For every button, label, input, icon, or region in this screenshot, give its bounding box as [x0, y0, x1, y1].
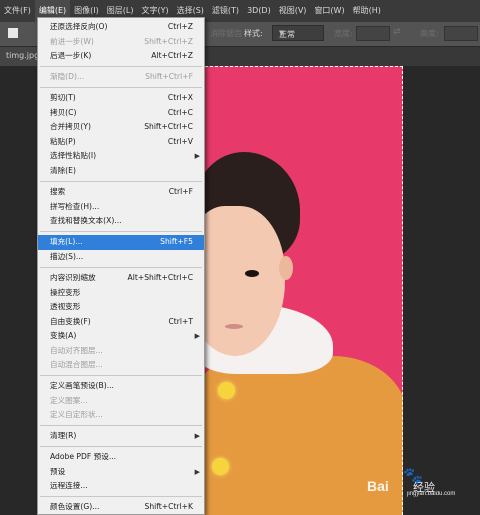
menu-separator: [40, 375, 202, 376]
menu-item-copy-merged[interactable]: 合并拷贝(Y) Shift+Ctrl+C: [38, 120, 204, 135]
chevron-down-icon: ▼: [279, 29, 285, 37]
submenu-arrow-icon: ▶: [194, 332, 200, 340]
menu-separator: [40, 425, 202, 426]
menu-item-presets[interactable]: 预设 ▶: [38, 465, 204, 480]
menu-help[interactable]: 帮助(H): [349, 0, 385, 22]
menu-item-clear[interactable]: 清除(E): [38, 164, 204, 179]
menu-separator: [40, 496, 202, 497]
menu-file[interactable]: 文件(F): [0, 0, 35, 22]
menu-3d[interactable]: 3D(D): [243, 0, 275, 22]
antialias-label: 消除锯齿: [210, 29, 242, 38]
menu-item-copy[interactable]: 拷贝(C) Ctrl+C: [38, 106, 204, 121]
menu-separator: [40, 66, 202, 67]
submenu-arrow-icon: ▶: [194, 467, 200, 476]
submenu-arrow-icon: ▶: [194, 432, 200, 440]
menu-item-paste[interactable]: 粘贴(P) Ctrl+V: [38, 135, 204, 150]
menu-item-step-forward[interactable]: 前进一步(W) Shift+Ctrl+Z: [38, 35, 204, 50]
menu-item-auto-align-layers[interactable]: 自动对齐图层...: [38, 344, 204, 359]
width-label: 宽度:: [334, 29, 353, 38]
menu-item-search[interactable]: 搜索 Ctrl+F: [38, 185, 204, 200]
photo-image: [205, 66, 403, 515]
style-label: 样式:: [244, 29, 263, 38]
menu-item-color-settings[interactable]: 颜色设置(G)... Shift+Ctrl+K: [38, 500, 204, 514]
menu-item-cut[interactable]: 剪切(T) Ctrl+X: [38, 91, 204, 106]
menu-item-step-backward[interactable]: 后退一步(K) Alt+Ctrl+Z: [38, 49, 204, 64]
menu-item-find-replace[interactable]: 查找和替换文本(X)...: [38, 214, 204, 229]
menu-item-remote-connections[interactable]: 远程连接...: [38, 479, 204, 494]
menu-item-free-transform[interactable]: 自由变换(F) Ctrl+T: [38, 315, 204, 330]
menu-item-fill[interactable]: 填充(L)... Shift+F5: [38, 235, 204, 250]
style-select[interactable]: 正常 ▼: [272, 25, 324, 41]
menu-item-define-pattern[interactable]: 定义图案...: [38, 394, 204, 409]
selection-marquee: [205, 66, 403, 515]
menu-separator: [40, 446, 202, 447]
menu-item-auto-blend-layers[interactable]: 自动混合图层...: [38, 358, 204, 373]
menu-item-perspective-warp[interactable]: 透视变形: [38, 300, 204, 315]
menu-item-content-aware-scale[interactable]: 内容识别缩放 Alt+Shift+Ctrl+C: [38, 271, 204, 286]
menu-item-spell-check[interactable]: 拼写检查(H)...: [38, 200, 204, 215]
menu-window[interactable]: 窗口(W): [310, 0, 348, 22]
tool-preset-icon[interactable]: [8, 28, 18, 38]
menu-item-puppet-warp[interactable]: 操控变形: [38, 286, 204, 301]
menu-item-purge[interactable]: 清理(R) ▶: [38, 429, 204, 444]
menu-item-undo[interactable]: 还原选择反向(O) Ctrl+Z: [38, 20, 204, 35]
submenu-arrow-icon: ▶: [194, 152, 200, 160]
menu-item-define-brush[interactable]: 定义画笔预设(B)...: [38, 379, 204, 394]
menu-separator: [40, 267, 202, 268]
menu-item-fade[interactable]: 渐隐(D)... Shift+Ctrl+F: [38, 70, 204, 85]
menu-filter[interactable]: 滤镜(T): [208, 0, 243, 22]
watermark-url: jingyan.baidu.com: [407, 491, 456, 497]
menu-item-paste-special[interactable]: 选择性粘贴(I) ▶: [38, 149, 204, 164]
menu-item-pdf-presets[interactable]: Adobe PDF 预设...: [38, 450, 204, 465]
swap-icon[interactable]: ⇄: [393, 27, 401, 37]
menu-separator: [40, 181, 202, 182]
menu-separator: [40, 231, 202, 232]
edit-menu-dropdown: 还原选择反向(O) Ctrl+Z 前进一步(W) Shift+Ctrl+Z 后退…: [37, 17, 205, 515]
watermark-brand: Bai: [367, 478, 389, 494]
menu-item-define-shape[interactable]: 定义自定形状...: [38, 408, 204, 423]
document-tab-label: timg.jpg: [6, 51, 40, 60]
menu-separator: [40, 87, 202, 88]
menu-view[interactable]: 视图(V): [275, 0, 311, 22]
menu-item-stroke[interactable]: 描边(S)...: [38, 250, 204, 265]
height-field[interactable]: [444, 26, 478, 41]
watermark: 🐾 Bai 经验 jingyan.baidu.com: [365, 466, 475, 497]
height-label: 高度:: [420, 29, 439, 38]
menu-item-transform[interactable]: 变换(A) ▶: [38, 329, 204, 344]
width-field[interactable]: [356, 26, 390, 41]
